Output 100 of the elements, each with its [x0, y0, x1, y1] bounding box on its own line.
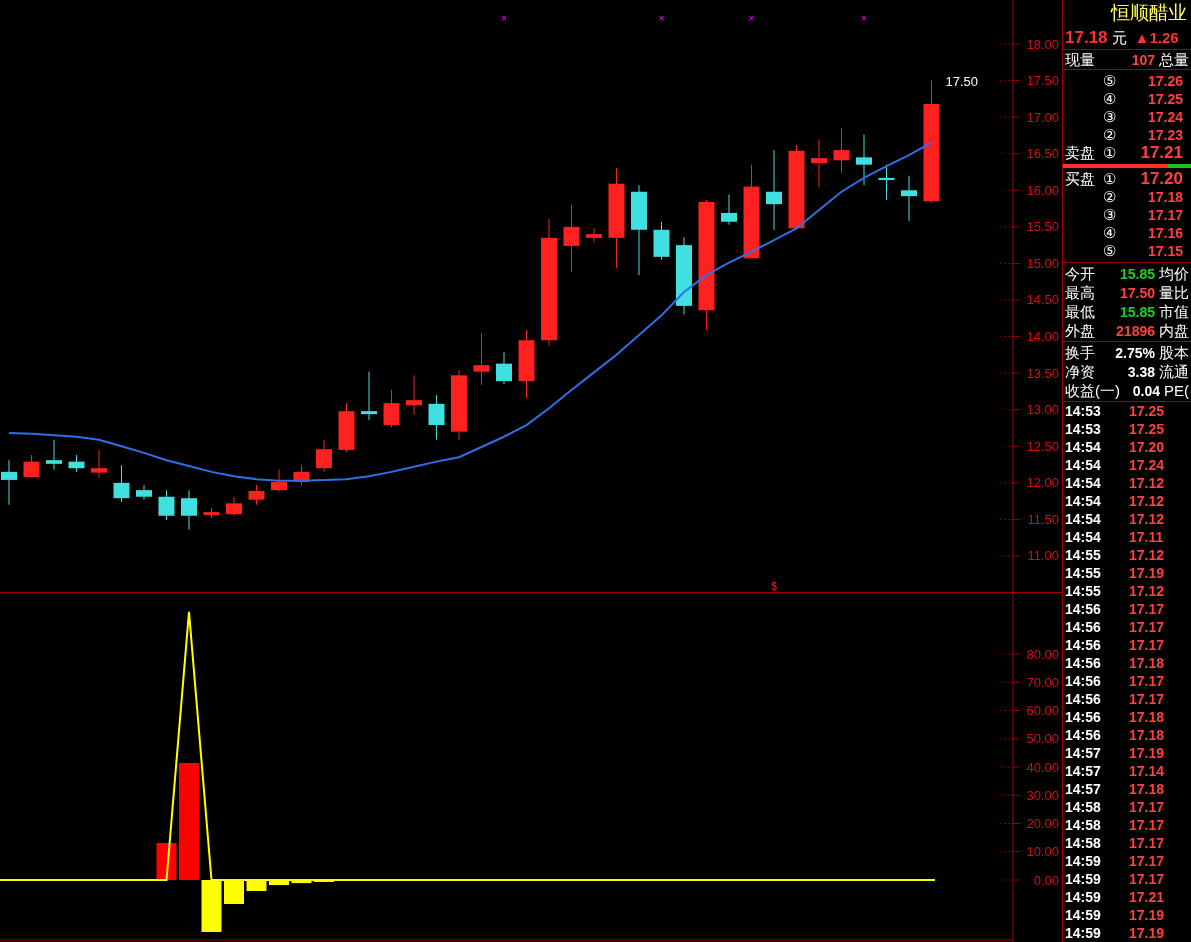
bar: [291, 880, 312, 884]
row-label: 流通: [1159, 362, 1189, 381]
candlestick: [406, 374, 422, 416]
trade-price: 17.25: [1129, 402, 1165, 420]
axis-label: 70.00: [1026, 674, 1059, 690]
row-label: 总量: [1159, 50, 1189, 69]
stat-value: 21896: [1116, 321, 1155, 340]
trade-time: 14:53: [1065, 402, 1102, 420]
rank-label: ②: [1103, 188, 1117, 206]
candlestick: [293, 464, 310, 486]
candlestick: [68, 454, 85, 473]
order-price: 17.21: [1140, 144, 1184, 162]
candlestick: [361, 371, 377, 421]
trade-price: 17.12: [1129, 582, 1165, 600]
signal-mark: ×: [658, 13, 665, 24]
axis-label: 12.00: [1026, 475, 1059, 491]
trade-price: 17.11: [1129, 528, 1164, 546]
stat-value: 15.85: [1119, 264, 1155, 283]
candlestick: [316, 439, 332, 473]
candlestick: [518, 329, 535, 399]
axis-label: 40.00: [1026, 759, 1059, 775]
candlestick: [91, 449, 107, 479]
axis-label: 30.00: [1026, 787, 1059, 803]
axis-label: 80.00: [1026, 646, 1059, 662]
order-price: 17.16: [1147, 224, 1184, 242]
rank-label: ⑤: [1103, 242, 1117, 260]
trade-price: 17.18: [1129, 708, 1165, 726]
axis-label: 50.00: [1026, 731, 1059, 747]
trade-price: 17.19: [1129, 564, 1165, 582]
trade-price: 17.19: [1129, 924, 1165, 942]
candlestick: [383, 389, 400, 428]
candlestick: [428, 394, 445, 441]
candlestick: [158, 489, 175, 521]
stat-value: 3.38: [1127, 362, 1155, 381]
trade-price: 17.17: [1129, 798, 1165, 816]
trade-time: 14:58: [1065, 798, 1102, 816]
axis-label: 15.00: [1026, 255, 1059, 271]
trade-price: 17.19: [1129, 744, 1165, 762]
order-price: 17.20: [1140, 170, 1184, 188]
trade-time: 14:56: [1065, 672, 1102, 690]
stat-value: 17.50: [1119, 283, 1155, 302]
order-price: 17.18: [1147, 188, 1184, 206]
stock-name: 恒顺醋业: [1111, 4, 1187, 22]
stat-value: 2.75%: [1115, 343, 1155, 362]
axis-label: 60.00: [1026, 703, 1059, 718]
candlestick: [878, 164, 895, 201]
bar: [224, 880, 244, 904]
trade-time: 14:56: [1065, 618, 1102, 636]
rank-label: ④: [1103, 90, 1117, 108]
trade-price: 17.17: [1129, 600, 1165, 618]
candlestick: [901, 175, 917, 222]
candlestick: [338, 402, 355, 453]
trade-time: 14:54: [1065, 456, 1102, 474]
trade-time: 14:59: [1065, 870, 1102, 888]
axis-label: 13.50: [1026, 365, 1059, 381]
trade-time: 14:54: [1065, 510, 1102, 528]
rank-label: ①: [1103, 144, 1117, 162]
axis-label: 0.00: [1033, 872, 1059, 888]
trade-time: 14:54: [1065, 438, 1102, 456]
trade-time: 14:57: [1065, 744, 1102, 762]
row-label: 最高: [1065, 283, 1096, 302]
trade-price: 17.17: [1129, 852, 1165, 870]
row-label: 均价: [1159, 264, 1189, 283]
trade-price: 17.18: [1129, 726, 1165, 744]
bar: [269, 880, 289, 886]
rank-label: ④: [1103, 224, 1117, 242]
axis-label: 11.50: [1027, 511, 1059, 527]
signal-mark: ×: [748, 13, 755, 24]
trade-time: 14:57: [1065, 762, 1102, 780]
order-side-label: 买盘: [1065, 170, 1096, 188]
trade-time: 14:59: [1065, 888, 1102, 906]
rank-label: ②: [1103, 126, 1117, 144]
trade-time: 14:56: [1065, 708, 1102, 726]
axis-label: 10.00: [1026, 844, 1059, 860]
trade-time: 14:56: [1065, 600, 1102, 618]
row-label: 现量: [1065, 50, 1095, 69]
axis-label: 12.50: [1026, 438, 1059, 454]
order-price: 17.24: [1147, 108, 1184, 126]
axis-label: 17.50: [1026, 73, 1059, 89]
row-label: 量比: [1159, 283, 1189, 302]
trade-time: 14:56: [1065, 654, 1102, 672]
axis-label: 16.50: [1026, 146, 1059, 162]
trade-price: 17.12: [1129, 492, 1165, 510]
candlestick: [136, 484, 152, 501]
trade-price: 17.17: [1129, 690, 1165, 708]
axis-label: 11.00: [1027, 548, 1059, 564]
order-price: 17.25: [1147, 90, 1184, 108]
axis-label: 16.00: [1026, 182, 1059, 198]
axis-label: 14.50: [1026, 292, 1059, 308]
trade-time: 14:59: [1065, 924, 1102, 942]
candlestick: [46, 439, 62, 471]
candlestick: [653, 221, 670, 261]
candlestick: [833, 127, 850, 174]
trade-price: 17.12: [1129, 474, 1165, 492]
price-unit: 元: [1111, 28, 1127, 47]
row-label: PE(: [1164, 381, 1189, 400]
row-label: 今开: [1065, 264, 1096, 283]
trade-time: 14:55: [1065, 546, 1102, 564]
axis-label: 20.00: [1026, 816, 1059, 831]
candlestick: [721, 194, 737, 226]
